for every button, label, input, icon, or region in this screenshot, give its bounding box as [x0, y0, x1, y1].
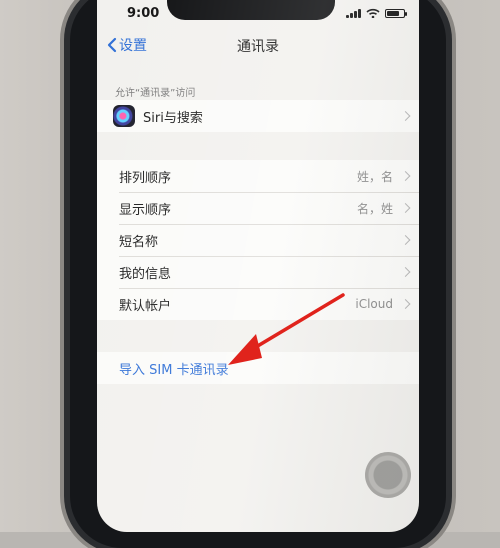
import-sim-contacts-button[interactable]: 导入 SIM 卡通讯录 — [97, 352, 419, 384]
my-info-row[interactable]: 我的信息 — [97, 256, 419, 288]
default-account-value: iCloud — [355, 297, 393, 311]
default-account-row[interactable]: 默认帐户 iCloud — [97, 288, 419, 320]
battery-icon — [385, 9, 407, 18]
navigation-bar: 设置 通讯录 — [97, 26, 419, 64]
display-order-row[interactable]: 显示顺序 名，姓 — [97, 192, 419, 224]
wifi-icon — [366, 8, 380, 18]
siri-icon — [113, 105, 135, 127]
display-order-value: 名，姓 — [356, 201, 393, 216]
display-order-label: 显示顺序 — [119, 202, 172, 218]
chevron-right-icon — [400, 171, 411, 181]
sort-order-value: 姓，名 — [356, 169, 393, 184]
status-time: 9:00 — [127, 6, 160, 21]
import-sim-contacts-label: 导入 SIM 卡通讯录 — [119, 362, 229, 378]
import-group: 导入 SIM 卡通讯录 — [97, 352, 419, 384]
chevron-right-icon — [400, 111, 411, 121]
siri-search-label: Siri与搜索 — [143, 110, 203, 126]
short-name-row[interactable]: 短名称 — [97, 224, 419, 256]
default-account-label: 默认帐户 — [119, 298, 172, 314]
siri-search-row[interactable]: Siri与搜索 — [97, 100, 419, 132]
chevron-right-icon — [400, 267, 411, 277]
page-title: 通讯录 — [237, 39, 279, 55]
short-name-label: 短名称 — [119, 234, 159, 250]
my-info-label: 我的信息 — [119, 266, 172, 282]
chevron-right-icon — [400, 299, 411, 309]
phone-screen: 9:00 设置 通讯录 允许“通讯录”访问 Siri与搜索 排列顺序 姓，名 显… — [97, 0, 419, 532]
notch — [167, 0, 335, 20]
chevron-right-icon — [400, 235, 411, 245]
chevron-right-icon — [400, 203, 411, 213]
sort-order-label: 排列顺序 — [119, 170, 172, 186]
settings-group: 排列顺序 姓，名 显示顺序 名，姓 短名称 我的信息 默认帐户 iCloud — [97, 160, 419, 320]
access-group: Siri与搜索 — [97, 100, 419, 132]
status-icons — [346, 8, 407, 18]
section-header-access: 允许“通讯录”访问 — [115, 88, 196, 99]
signal-icon — [346, 9, 361, 18]
assistive-touch-button[interactable] — [365, 452, 411, 498]
sort-order-row[interactable]: 排列顺序 姓，名 — [97, 160, 419, 192]
